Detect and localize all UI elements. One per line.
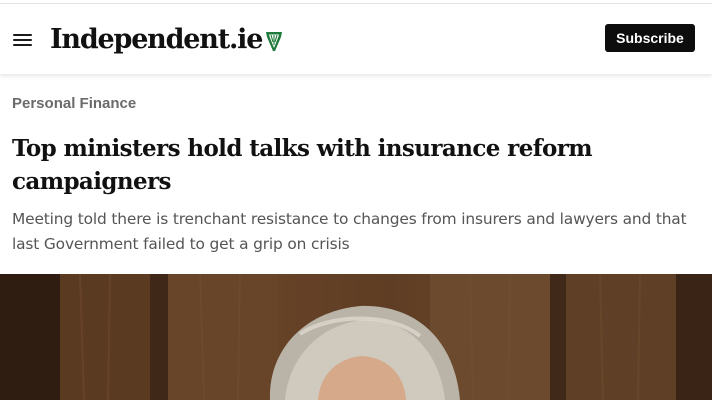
section-label[interactable]: Personal Finance	[12, 94, 136, 114]
logo-text: Independent.ie	[50, 24, 263, 55]
hamburger-menu-icon[interactable]	[13, 33, 32, 47]
article-standfirst: Meeting told there is trenchant resistan…	[12, 210, 687, 253]
hero-image[interactable]	[0, 274, 712, 400]
subscribe-button[interactable]: Subscribe	[605, 24, 695, 52]
site-logo[interactable]: Independent.ie	[50, 22, 284, 58]
article-headline: Top ministers hold talks with insurance …	[12, 135, 593, 195]
hero-photo	[0, 274, 712, 400]
harp-icon	[266, 31, 283, 51]
site-header: Independent.ie Subscribe	[0, 4, 712, 74]
